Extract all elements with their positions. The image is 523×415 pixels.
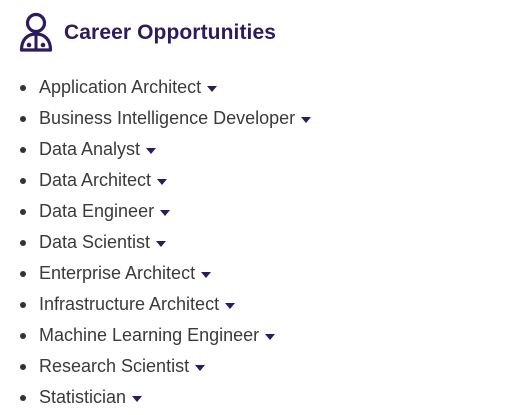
bullet-icon (20, 116, 26, 122)
caret-down-icon[interactable] (132, 395, 143, 402)
career-item-label[interactable]: Research Scientist (39, 356, 189, 377)
career-item[interactable]: Data Engineer (0, 196, 311, 227)
bullet-icon (20, 364, 26, 370)
career-item[interactable]: Business Intelligence Developer (0, 103, 312, 134)
career-item[interactable]: Statistician (0, 382, 311, 413)
career-item-label[interactable]: Infrastructure Architect (39, 294, 219, 315)
career-item-label[interactable]: Data Engineer (39, 201, 154, 222)
career-item-label[interactable]: Enterprise Architect (39, 263, 195, 284)
career-item[interactable]: Machine Learning Engineer (0, 320, 311, 351)
caret-down-icon[interactable] (195, 364, 206, 371)
bullet-icon (20, 209, 26, 215)
caret-down-icon[interactable] (157, 178, 168, 185)
career-item[interactable]: Infrastructure Architect (0, 289, 311, 320)
career-item-label[interactable]: Application Architect (39, 77, 201, 98)
caret-down-icon[interactable] (201, 271, 212, 278)
bullet-icon (20, 271, 26, 277)
caret-down-icon[interactable] (207, 85, 218, 92)
career-item[interactable]: Data Architect (0, 165, 311, 196)
career-item[interactable]: Research Scientist (0, 351, 311, 382)
section-title: Career Opportunities (64, 21, 277, 44)
bullet-icon (20, 147, 26, 153)
career-item-label[interactable]: Statistician (39, 387, 126, 408)
career-item-label[interactable]: Data Architect (39, 170, 151, 191)
career-item-label[interactable]: Business Intelligence Developer (39, 108, 295, 129)
caret-down-icon[interactable] (301, 116, 312, 123)
career-item-label[interactable]: Machine Learning Engineer (39, 325, 259, 346)
career-item-label[interactable]: Data Analyst (39, 139, 140, 160)
career-item[interactable]: Data Scientist (0, 227, 311, 258)
bullet-icon (20, 395, 26, 401)
section-header: Career Opportunities (18, 12, 276, 52)
career-item-label[interactable]: Data Scientist (39, 232, 150, 253)
career-list: Application Architect Business Intelligen… (0, 72, 312, 413)
person-icon (19, 12, 53, 52)
career-item[interactable]: Enterprise Architect (0, 258, 311, 289)
caret-down-icon[interactable] (156, 240, 167, 247)
bullet-icon (20, 302, 26, 308)
career-item[interactable]: Application Architect (0, 72, 311, 103)
caret-down-icon[interactable] (225, 302, 236, 309)
caret-down-icon[interactable] (265, 333, 276, 340)
bullet-icon (20, 240, 26, 246)
bullet-icon (20, 85, 26, 91)
bullet-icon (20, 333, 26, 339)
career-item[interactable]: Data Analyst (0, 134, 311, 165)
caret-down-icon[interactable] (146, 147, 157, 154)
caret-down-icon[interactable] (160, 209, 171, 216)
bullet-icon (20, 178, 26, 184)
